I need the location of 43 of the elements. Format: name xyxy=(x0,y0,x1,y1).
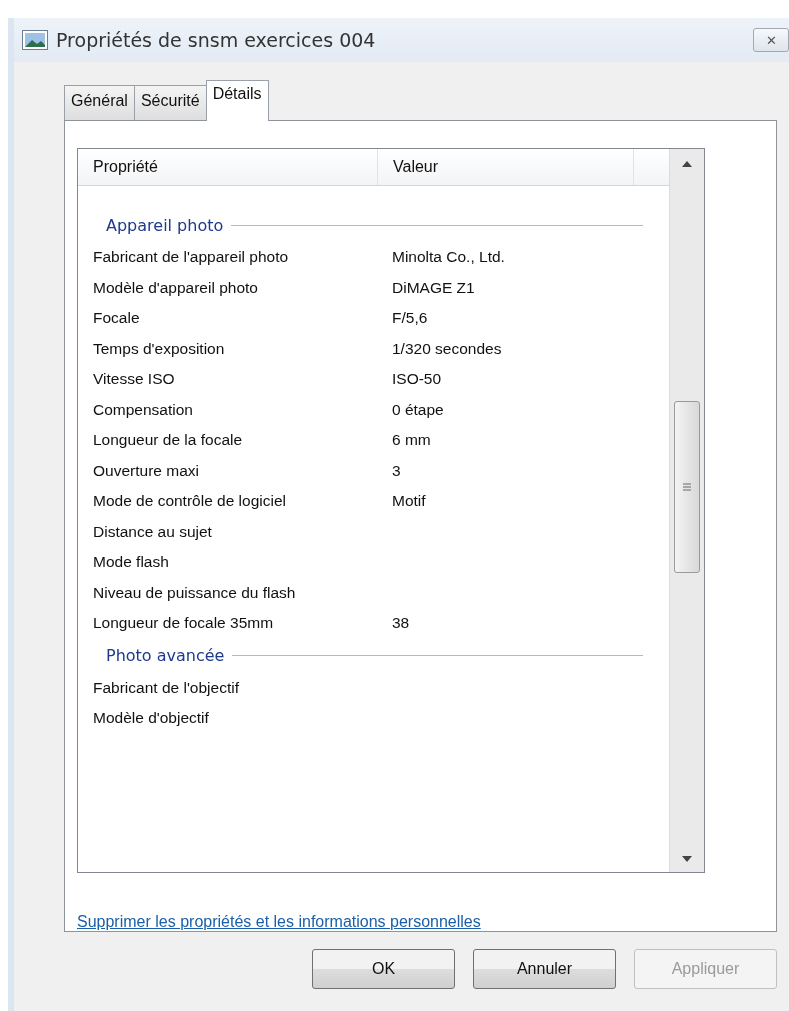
picture-file-icon xyxy=(22,30,48,50)
dialog-button[interactable]: Annuler xyxy=(473,949,616,989)
property-value: 6 mm xyxy=(391,431,431,450)
property-name: Fabricant de l'objectif xyxy=(92,678,240,697)
grip-icon xyxy=(683,483,691,491)
property-value: ISO-50 xyxy=(391,370,442,389)
column-header[interactable]: Valeur xyxy=(378,149,634,185)
property-name: Longueur de la focale xyxy=(92,431,244,450)
tab[interactable]: Général xyxy=(64,85,135,120)
property-name: Distance au sujet xyxy=(92,522,213,541)
property-value: 3 xyxy=(391,461,401,480)
remove-properties-link[interactable]: Supprimer les propriétés et les informations personnelles xyxy=(77,913,481,931)
property-name: Focale xyxy=(92,309,141,328)
property-value: Minolta Co., Ltd. xyxy=(391,248,505,267)
property-name: Vitesse ISO xyxy=(92,370,176,389)
property-value: 0 étape xyxy=(391,400,444,419)
property-name: Mode flash xyxy=(92,553,170,572)
window-title: Propriétés de snsm exercices 004 xyxy=(56,29,377,51)
property-name: Longueur de focale 35mm xyxy=(92,614,275,633)
property-name: Modèle d'objectif xyxy=(92,709,210,728)
property-name: Ouverture maxi xyxy=(92,461,200,480)
property-value: F/5,6 xyxy=(391,309,428,328)
property-value: Motif xyxy=(391,492,426,511)
property-name: Temps d'exposition xyxy=(92,339,226,358)
dialog-button[interactable]: OK xyxy=(312,949,455,989)
property-value: DiMAGE Z1 xyxy=(391,278,475,297)
property-name: Niveau de puissance du flash xyxy=(92,583,297,602)
property-value: 1/320 secondes xyxy=(391,339,502,358)
property-name: Mode de contrôle de logiciel xyxy=(92,492,287,511)
scroll-down-icon[interactable] xyxy=(682,856,692,862)
tab[interactable]: Sécurité xyxy=(133,85,207,120)
scroll-up-icon[interactable] xyxy=(682,161,692,167)
group-header: Photo avancée xyxy=(106,646,225,665)
property-name: Compensation xyxy=(92,400,194,419)
property-name: Modèle d'appareil photo xyxy=(92,278,259,297)
scrollbar[interactable] xyxy=(669,149,704,872)
group-header: Appareil photo xyxy=(106,215,224,235)
scroll-thumb[interactable] xyxy=(674,401,700,573)
column-header[interactable]: Propriété xyxy=(78,149,378,185)
property-name: Fabricant de l'appareil photo xyxy=(92,248,290,267)
property-value: 38 xyxy=(391,614,410,633)
tab[interactable]: Détails xyxy=(205,80,269,121)
close-button[interactable]: ✕ xyxy=(753,28,789,52)
